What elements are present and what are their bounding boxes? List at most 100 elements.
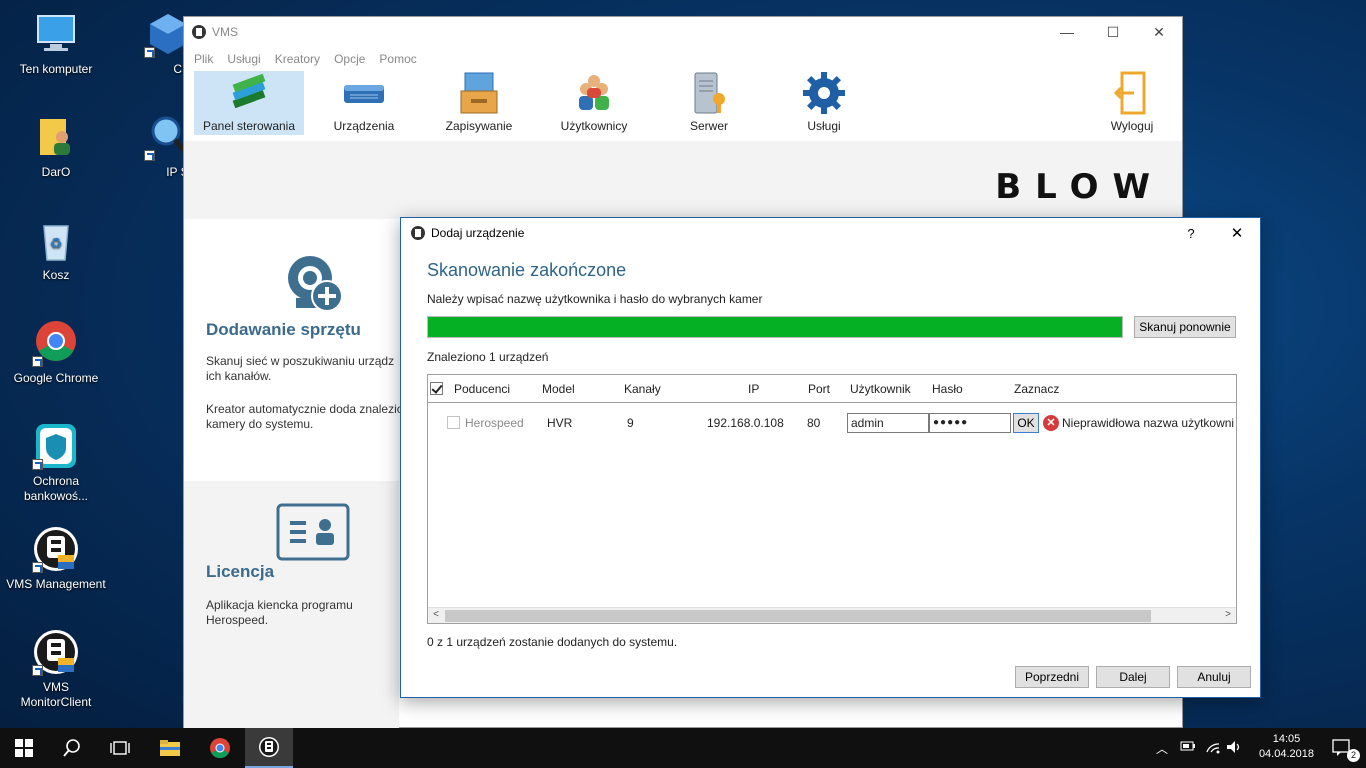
toolbar-label: Wyloguj <box>1110 119 1154 133</box>
row-checkbox[interactable] <box>447 416 460 429</box>
table-row[interactable]: Herospeed HVR 9 192.168.0.108 80 admin ●… <box>428 411 1236 435</box>
rescan-button[interactable]: Skanuj ponownie <box>1134 316 1236 338</box>
toolbar-label: Serwer <box>689 119 728 133</box>
desktop-icon-vms-management[interactable]: VMS Management <box>6 525 106 592</box>
shortcut-arrow-icon <box>32 665 43 676</box>
table-header: Poducenci Model Kanały IP Port Użytkowni… <box>428 375 1236 403</box>
menu-wizards[interactable]: Kreatory <box>275 52 320 66</box>
toolbar-server[interactable]: Serwer <box>654 71 764 135</box>
toolbar-label: Urządzenia <box>333 119 395 133</box>
tray-chevron-up-icon[interactable]: ︿ <box>1156 740 1168 757</box>
close-window-button[interactable]: ✕ <box>1136 17 1182 47</box>
menu-options[interactable]: Opcje <box>334 52 365 66</box>
column-header[interactable]: Kanały <box>624 382 661 396</box>
add-hardware-panel[interactable]: Dodawanie sprzętu Skanuj sieć w poszukiw… <box>184 220 403 481</box>
error-icon: ✕ <box>1043 415 1059 431</box>
svg-text:♻: ♻ <box>50 236 63 252</box>
select-all-checkbox[interactable] <box>430 382 443 395</box>
eset-shield-icon <box>32 422 80 470</box>
toolbar-label: Zapisywanie <box>445 119 513 133</box>
shortcut-arrow-icon <box>32 459 43 470</box>
password-input[interactable]: ●●●●● <box>929 413 1011 433</box>
brand-strip: BLOW <box>184 141 1182 219</box>
desktop-icon-label: Ten komputer <box>19 62 93 76</box>
column-header[interactable]: IP <box>748 382 759 396</box>
desktop-icon-recycle-bin[interactable]: ♻ Kosz <box>6 216 106 283</box>
username-input[interactable]: admin <box>847 413 929 433</box>
vms-titlebar[interactable]: VMS — ☐ ✕ <box>184 17 1182 47</box>
shortcut-arrow-icon <box>144 150 155 161</box>
license-card-icon <box>276 503 350 561</box>
scrollbar-thumb[interactable] <box>445 610 1151 622</box>
desktop-icon-this-pc[interactable]: Ten komputer <box>6 10 106 77</box>
vms-badge-icon <box>32 525 80 573</box>
recycle-bin-icon: ♻ <box>32 216 80 264</box>
desktop-icon-label: Ochrona bankowoś... <box>23 474 89 503</box>
minimize-button[interactable]: — <box>1044 17 1090 47</box>
desktop-icon-label: Google Chrome <box>13 371 99 385</box>
toolbar-recording[interactable]: Zapisywanie <box>424 71 534 135</box>
desktop-icon-chrome[interactable]: Google Chrome <box>6 319 106 386</box>
column-header[interactable]: Model <box>542 382 575 396</box>
blow-logo: BLOW <box>995 167 1164 207</box>
taskbar-vms[interactable] <box>245 728 293 768</box>
close-icon[interactable]: ✕ <box>1214 224 1260 242</box>
clock-date: 04.04.2018 <box>1258 748 1314 760</box>
vms-badge-icon <box>259 737 279 757</box>
scroll-left-arrow-icon[interactable]: < <box>428 609 444 620</box>
previous-button[interactable]: Poprzedni <box>1015 666 1089 688</box>
search-button[interactable] <box>48 728 96 768</box>
desktop-icon-vms-monitorclient[interactable]: VMS MonitorClient <box>6 628 106 710</box>
column-header[interactable]: Port <box>808 382 830 396</box>
maximize-button[interactable]: ☐ <box>1090 17 1136 47</box>
menu-services[interactable]: Usługi <box>227 52 260 66</box>
vms-app-icon <box>192 25 206 39</box>
toolbar-label: Panel sterowania <box>202 119 296 133</box>
ok-button[interactable]: OK <box>1013 413 1039 433</box>
license-title: Licencja <box>206 562 275 581</box>
users-icon <box>572 71 616 115</box>
taskbar-clock[interactable]: 14:05 04.04.2018 <box>1259 732 1314 762</box>
shortcut-arrow-icon <box>32 356 43 367</box>
dialog-titlebar[interactable]: Dodaj urządzenie ? ✕ <box>401 218 1260 248</box>
search-icon <box>63 739 80 757</box>
add-device-dialog: Dodaj urządzenie ? ✕ Skanowanie zakończo… <box>400 217 1261 698</box>
scroll-right-arrow-icon[interactable]: > <box>1220 609 1236 620</box>
gear-icon <box>802 71 846 115</box>
menu-file[interactable]: Plik <box>194 52 213 66</box>
toolbar-users[interactable]: Użytkownicy <box>539 71 649 135</box>
tray-battery-icon[interactable] <box>1180 740 1196 755</box>
start-button[interactable] <box>0 728 48 768</box>
tray-volume-icon[interactable] <box>1226 740 1242 757</box>
cancel-button[interactable]: Anuluj <box>1177 666 1251 688</box>
taskbar-chrome[interactable] <box>196 728 244 768</box>
vms-window-title: VMS <box>212 25 239 39</box>
help-button[interactable]: ? <box>1168 226 1214 241</box>
taskbar-file-explorer[interactable] <box>146 728 194 768</box>
column-header[interactable]: Hasło <box>932 382 963 396</box>
desktop-icon-daro[interactable]: DarO <box>6 113 106 180</box>
toolbar-services[interactable]: Usługi <box>769 71 879 135</box>
menu-help[interactable]: Pomoc <box>379 52 416 66</box>
action-center-button[interactable]: 2 <box>1318 728 1366 768</box>
toolbar-control-panel[interactable]: Panel sterowania <box>194 71 304 135</box>
column-header[interactable]: Poducenci <box>454 382 510 396</box>
tray-wifi-icon[interactable] <box>1205 740 1221 757</box>
license-panel[interactable]: Licencja Aplikacja kiencka programu Hero… <box>184 481 399 728</box>
user-folder-icon <box>32 113 80 161</box>
desktop-icon-eset-banking[interactable]: Ochrona bankowoś... <box>6 422 106 504</box>
cell-manufacturer: Herospeed <box>465 416 524 430</box>
column-header[interactable]: Zaznacz <box>1014 382 1059 396</box>
horizontal-scrollbar[interactable]: < > <box>428 607 1236 623</box>
task-view-button[interactable] <box>96 728 144 768</box>
toolbar-label: Usługi <box>807 119 841 133</box>
add-hardware-text-1: Skanuj sieć w poszukiwaniu urządz ich ka… <box>206 354 395 383</box>
next-button[interactable]: Dalej <box>1096 666 1170 688</box>
server-key-icon <box>687 71 731 115</box>
column-header[interactable]: Użytkownik <box>850 382 911 396</box>
computer-icon <box>32 10 80 58</box>
toolbar-devices[interactable]: Urządzenia <box>309 71 419 135</box>
summary-text: 0 z 1 urządzeń zostanie dodanych do syst… <box>427 635 678 649</box>
logout-door-icon <box>1110 71 1154 115</box>
toolbar-logout[interactable]: Wyloguj <box>1087 71 1177 135</box>
